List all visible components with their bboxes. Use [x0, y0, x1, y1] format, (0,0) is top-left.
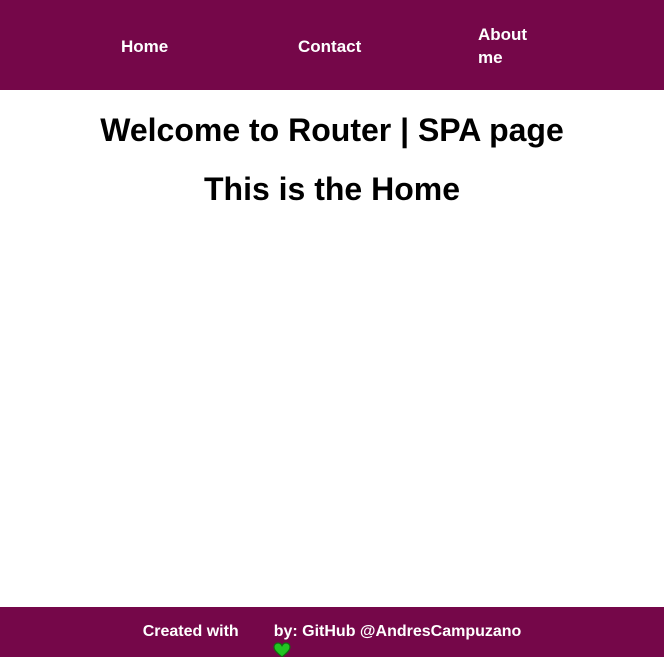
page-title: This is the Home — [203, 171, 461, 207]
nav-about-link[interactable]: About me — [478, 23, 538, 69]
nav-contact-link[interactable]: Contact — [298, 35, 361, 58]
footer-created-text: Created with — [142, 623, 239, 640]
green-heart-icon — [247, 624, 291, 657]
navbar: Home Contact About me — [0, 0, 664, 90]
page: Home Contact About me Welcome to Router … — [0, 0, 664, 657]
footer-author-text: by: GitHub @AndresCampuzano — [273, 623, 522, 640]
welcome-title: Welcome to Router | SPA page — [100, 112, 564, 148]
nav-home-link[interactable]: Home — [121, 35, 168, 58]
footer: Created with by: GitHub @AndresCampuzano — [0, 607, 664, 657]
